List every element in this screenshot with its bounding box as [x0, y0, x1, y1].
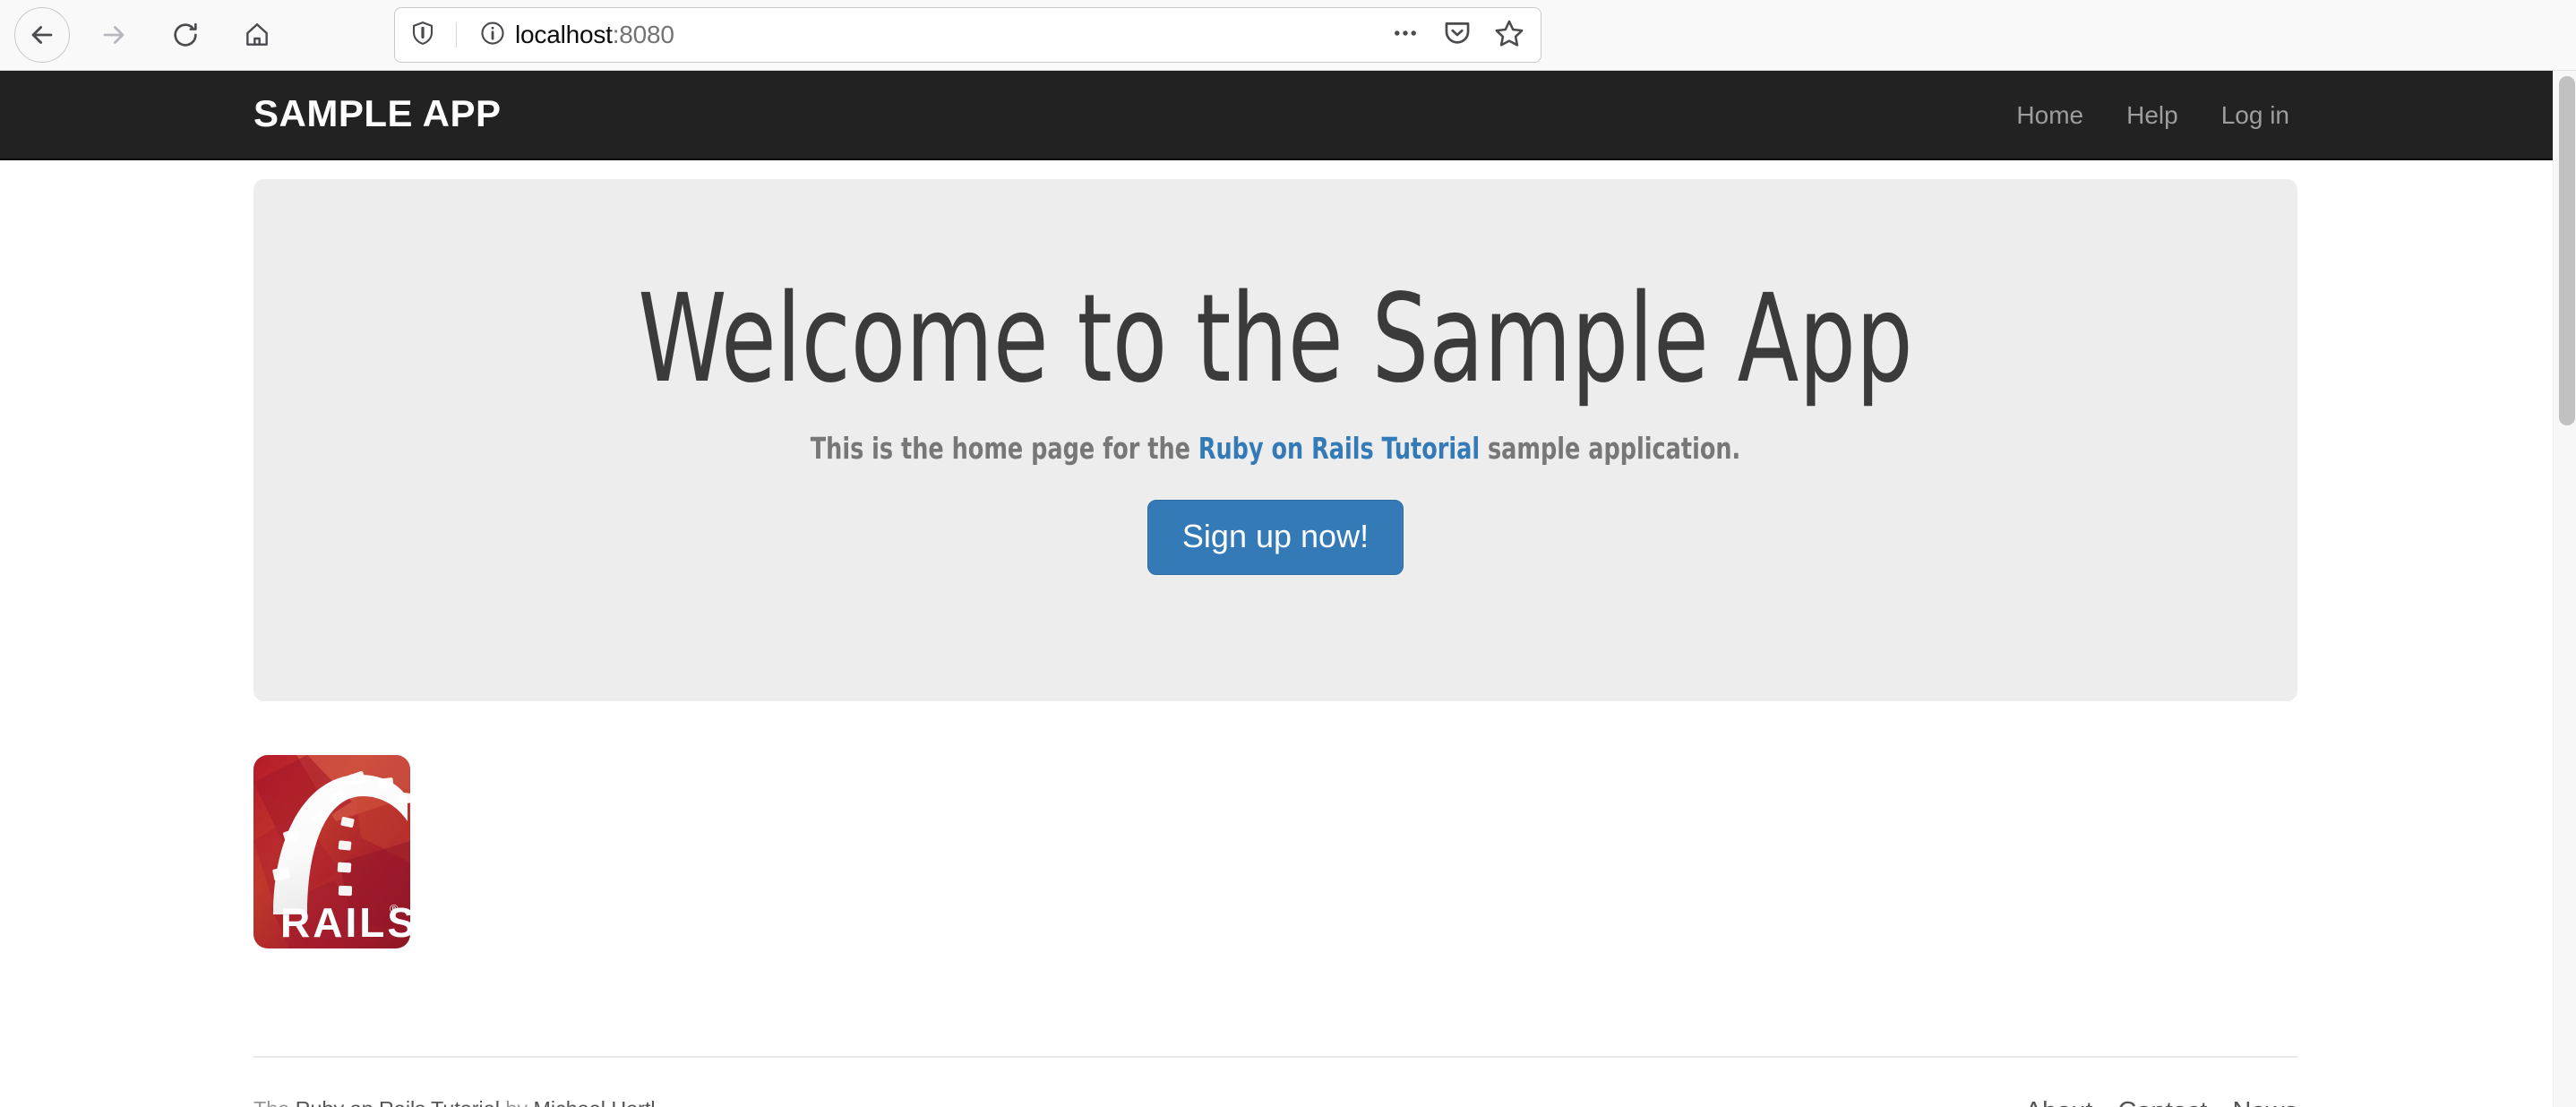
svg-text:®: ® — [390, 902, 399, 915]
nav-item-login: Log in — [2200, 71, 2311, 160]
tracking-protection-shield-icon[interactable] — [409, 20, 436, 51]
subtitle-text-before: This is the home page for the — [810, 430, 1198, 466]
urlbar-actions — [1390, 18, 1530, 53]
back-arrow-icon — [27, 20, 57, 50]
signup-button[interactable]: Sign up now! — [1146, 499, 1404, 575]
navbar-links: Home Help Log in — [1995, 71, 2311, 160]
nav-link-home[interactable]: Home — [1995, 71, 2105, 160]
footer-nav: About Contact News — [2000, 1097, 2297, 1107]
footer-link-about[interactable]: About — [2000, 1097, 2093, 1107]
home-icon — [243, 21, 271, 49]
footer-credit: The Ruby on Rails Tutorial by Michael Ha… — [253, 1097, 656, 1107]
navbar-brand[interactable]: SAMPLE APP — [253, 92, 501, 135]
page-subtitle: This is the home page for the Ruby on Ra… — [397, 431, 2155, 466]
footer-item-about: About — [2000, 1097, 2093, 1107]
nav-item-help: Help — [2105, 71, 2200, 160]
rails-logo[interactable]: RAILS ® — [253, 755, 415, 948]
footer-link-tutorial[interactable]: Ruby on Rails Tutorial — [296, 1097, 500, 1107]
home-button[interactable] — [229, 7, 285, 63]
identity-box[interactable] — [409, 20, 506, 51]
footer-link-author[interactable]: Michael Hartl — [534, 1097, 656, 1107]
site-navbar: SAMPLE APP Home Help Log in — [0, 71, 2553, 160]
nav-link-login[interactable]: Log in — [2200, 71, 2311, 160]
subtitle-tutorial-link[interactable]: Ruby on Rails Tutorial — [1198, 431, 1480, 466]
reload-button[interactable] — [158, 7, 213, 63]
footer-text-between: by — [500, 1097, 534, 1107]
forward-button[interactable] — [86, 7, 142, 63]
browser-toolbar: localhost:8080 — [0, 0, 2576, 71]
site-footer: The Ruby on Rails Tutorial by Michael Ha… — [253, 1056, 2297, 1107]
page-scrollbar[interactable] — [2553, 71, 2576, 1107]
url-host: localhost — [515, 21, 613, 48]
browser-nav-buttons — [14, 7, 285, 63]
footer-item-news: News — [2207, 1097, 2297, 1107]
bookmark-star-icon[interactable] — [1494, 18, 1524, 53]
footer-link-news[interactable]: News — [2207, 1097, 2297, 1107]
identity-separator — [456, 22, 457, 47]
reload-icon — [171, 21, 200, 49]
scrollbar-thumb[interactable] — [2559, 76, 2575, 425]
page-viewport: SAMPLE APP Home Help Log in Welcome to t… — [0, 71, 2553, 1107]
nav-item-home: Home — [1995, 71, 2105, 160]
url-text[interactable]: localhost:8080 — [515, 21, 674, 49]
footer-item-contact: Contact — [2093, 1097, 2208, 1107]
back-button[interactable] — [14, 7, 70, 63]
url-bar[interactable]: localhost:8080 — [394, 7, 1541, 63]
footer-link-contact[interactable]: Contact — [2093, 1097, 2208, 1107]
jumbotron: Welcome to the Sample App This is the ho… — [253, 179, 2297, 701]
rails-wordmark: RAILS ® — [280, 899, 415, 946]
forward-arrow-icon — [99, 20, 129, 50]
site-info-icon[interactable] — [479, 20, 506, 51]
subtitle-text-after: sample application. — [1480, 430, 1741, 466]
footer-text-before: The — [253, 1097, 296, 1107]
nav-link-help[interactable]: Help — [2105, 71, 2200, 160]
page-actions-icon[interactable] — [1390, 18, 1421, 53]
url-port: :8080 — [612, 21, 674, 48]
pocket-icon[interactable] — [1442, 18, 1473, 53]
page-title: Welcome to the Sample App — [638, 269, 1913, 410]
